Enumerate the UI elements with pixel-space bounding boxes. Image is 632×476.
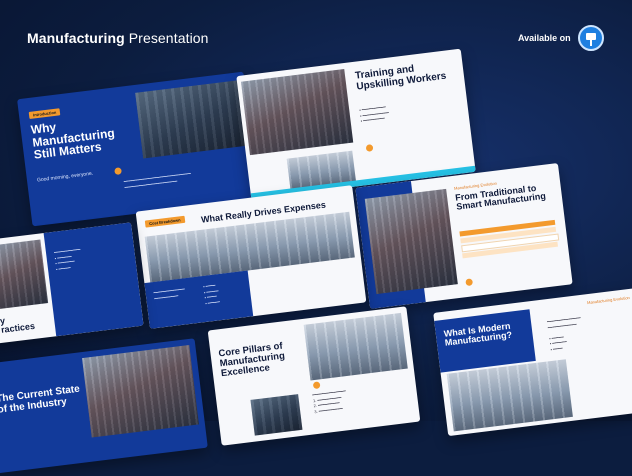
slide-label: Manufacturing Evolution	[586, 294, 631, 306]
slide-modern-manufacturing: Manufacturing Evolution What Is Modern M…	[433, 287, 632, 437]
slide-body: ━━━━━━━━━━━━━━━━━━━━━━━━━━━━ ━━━━━━━━━━━━…	[123, 170, 192, 190]
slide-traditional-smart: Manufacturing Evolution From Traditional…	[355, 163, 573, 309]
slide-current-state: The Current State of the Industry	[0, 338, 208, 476]
slide-title: y ractices	[0, 315, 36, 336]
slide-title: Why Manufacturing Still Matters	[30, 114, 117, 162]
available-on-label: Available on	[518, 33, 571, 43]
slide-photo	[82, 344, 199, 438]
slide-title: Training and Upskilling Workers	[355, 61, 447, 93]
slide-tag: Introduction	[28, 108, 61, 119]
slide-photo	[135, 80, 247, 159]
slide-photo	[364, 188, 458, 295]
keynote-leg	[590, 40, 592, 46]
page-title-rest: Presentation	[124, 30, 209, 46]
slide-photo-small	[250, 394, 303, 436]
slide-title: Core Pillars of Manufacturing Excellence	[218, 341, 287, 380]
slide-photo	[303, 312, 408, 381]
slide-dot	[365, 144, 374, 152]
slide-photo	[0, 239, 49, 310]
slide-dot	[114, 167, 122, 175]
keynote-stand	[586, 33, 596, 40]
slide-photo	[240, 69, 354, 156]
slide-body: ━━━━━━━━━━━━━━ 1. ━━━━━━━━━━ 2. ━━━━━━━━━ 3…	[311, 388, 347, 414]
slide-tag: Cost Breakdown	[144, 215, 185, 228]
slide-body: ▪ ━━━━━━━━━━ ▪ ━━━━━━━━━━━ ▪ ━━━━━━━━━	[359, 104, 390, 124]
slide-body: ━━━━━━━━━━━━━━ ━━━━━━━━━━━━ ▪ ━━━━━ ▪ ━━━━━…	[546, 315, 581, 352]
page-title-bold: Manufacturing	[27, 30, 125, 46]
slide-greeting: Good morning, everyone.	[36, 170, 94, 184]
slide-core-pillars: Core Pillars of Manufacturing Excellence…	[207, 306, 421, 446]
keynote-icon[interactable]	[578, 25, 604, 51]
slide-title: The Current State of the Industry	[0, 384, 82, 416]
slide-dot	[465, 278, 474, 287]
page-title: Manufacturing Presentation	[27, 30, 209, 46]
slide-band	[43, 222, 144, 337]
slide-dot	[312, 381, 321, 390]
